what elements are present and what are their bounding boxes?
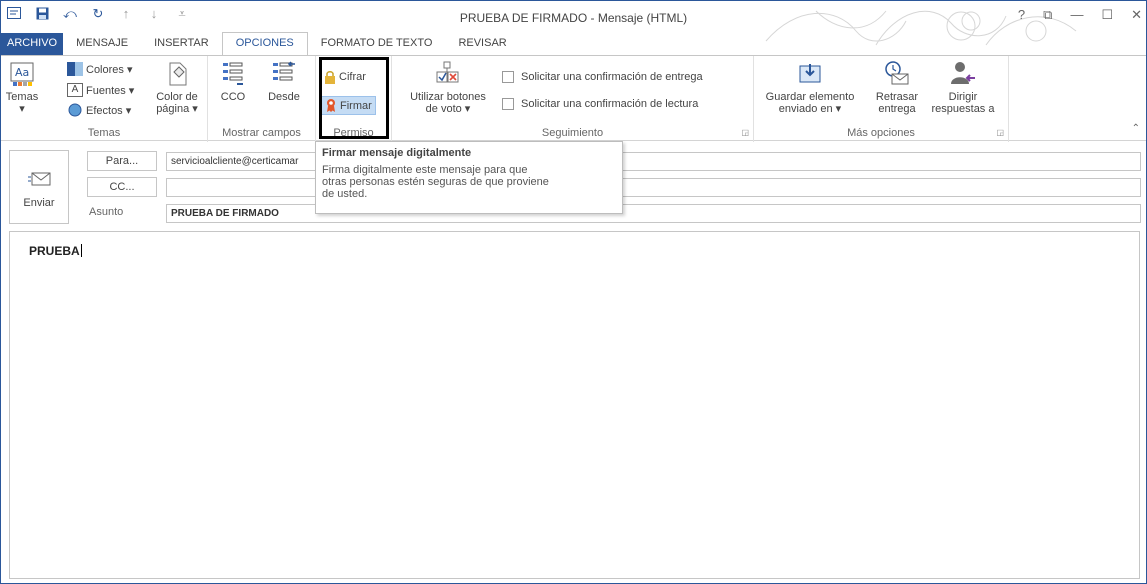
dirigir-label-1: Dirigir: [948, 91, 978, 103]
votar-label-1: Utilizar botones: [410, 91, 486, 103]
effects-icon: [68, 103, 82, 117]
dirigir-label-2: respuestas a: [931, 103, 995, 115]
direct-replies-icon: [951, 62, 975, 84]
colores-label: Colores ▾: [86, 63, 133, 76]
firmar-tooltip: Firmar mensaje digitalmente Firma digita…: [315, 141, 623, 214]
para-button[interactable]: Para...: [87, 151, 157, 171]
cc-button[interactable]: CC...: [87, 177, 157, 197]
tooltip-line-1: Firma digitalmente este mensaje para que: [322, 164, 528, 176]
desde-label: Desde: [268, 91, 300, 103]
minimize-icon[interactable]: —: [1070, 7, 1083, 23]
desde-button[interactable]: Desde: [264, 60, 304, 103]
group-mostrar-campos: CCO Desde Mostrar campos: [208, 56, 316, 142]
guardar-label-2: enviado en ▾: [778, 103, 842, 115]
retrasar-label-2: entrega: [878, 103, 916, 115]
tab-insertar[interactable]: INSERTAR: [141, 33, 222, 55]
colors-icon: [67, 62, 83, 76]
color-pagina-label-1: Color de: [156, 91, 198, 103]
group-seguimiento-label: Seguimiento: [541, 127, 604, 139]
tab-formato-de-texto[interactable]: FORMATO DE TEXTO: [308, 33, 446, 55]
message-text-content: PRUEBA: [29, 244, 80, 258]
temas-label: Temas: [5, 91, 39, 103]
retrasar-entrega-button[interactable]: Retrasar entrega: [870, 60, 924, 115]
group-temas-label: Temas: [87, 127, 121, 139]
voting-icon: [436, 61, 459, 83]
dropdown-arrow-icon: ▾: [19, 103, 25, 115]
window-title: PRUEBA DE FIRMADO - Mensaje (HTML): [459, 11, 688, 25]
guardar-label-1: Guardar elemento: [765, 91, 855, 103]
ribbon: Aa Temas ▾ Colores ▾ A Fuentes ▾ Efectos…: [1, 55, 1146, 142]
to-field[interactable]: servicioalcliente@certicamar: [166, 152, 1141, 171]
tooltip-line-3: de usted.: [322, 188, 368, 200]
fonts-icon: A: [67, 83, 83, 97]
tab-revisar[interactable]: REVISAR: [445, 33, 519, 55]
fuentes-label: Fuentes ▾: [86, 84, 135, 97]
checkbox-entrega[interactable]: [502, 71, 514, 83]
checkbox-lectura[interactable]: [502, 98, 514, 110]
temas-button[interactable]: Aa Temas ▾: [5, 62, 39, 115]
tab-archivo[interactable]: ARCHIVO: [1, 33, 64, 55]
colores-button[interactable]: Colores ▾: [67, 62, 132, 76]
tab-opciones[interactable]: OPCIONES: [221, 32, 308, 55]
tooltip-title: Firmar mensaje digitalmente: [322, 147, 472, 159]
cco-button[interactable]: CCO: [216, 60, 250, 103]
tab-mensaje[interactable]: MENSAJE: [63, 33, 141, 55]
efectos-button[interactable]: Efectos ▾: [67, 103, 131, 117]
color-de-pagina-button[interactable]: Color de página ▾: [149, 60, 205, 115]
maximize-icon[interactable]: ☐: [1101, 7, 1113, 23]
retrasar-label-1: Retrasar: [875, 91, 919, 103]
svg-text:Aa: Aa: [15, 66, 29, 79]
outlook-message-window: ⤺ ↻ ↑ ↓ ⩡ PRUEBA DE FIRMADO - Mensaje (H…: [0, 0, 1147, 584]
close-icon[interactable]: ✕: [1131, 7, 1142, 23]
message-body[interactable]: PRUEBA: [9, 231, 1140, 579]
asunto-label: Asunto: [89, 206, 124, 218]
help-icon[interactable]: ?: [1018, 7, 1025, 23]
group-temas: Aa Temas ▾ Colores ▾ A Fuentes ▾ Efectos…: [1, 56, 208, 142]
color-pagina-label-2: página ▾: [156, 103, 198, 115]
confirmacion-entrega-checkbox[interactable]: Solicitar una confirmación de entrega: [502, 71, 703, 83]
message-text: PRUEBA: [29, 244, 82, 258]
collapse-ribbon-icon[interactable]: ⌃: [1132, 123, 1140, 134]
bcc-icon: [223, 62, 243, 85]
guardar-elemento-enviado-button[interactable]: Guardar elemento enviado en ▾: [762, 60, 858, 115]
themes-icon: Aa: [10, 62, 34, 86]
send-button[interactable]: Enviar: [9, 150, 69, 224]
title-bar: ⤺ ↻ ↑ ↓ ⩡ PRUEBA DE FIRMADO - Mensaje (H…: [1, 1, 1146, 46]
utilizar-botones-de-voto-button[interactable]: Utilizar botones de voto ▾: [400, 60, 496, 115]
page-color-icon: [169, 62, 187, 86]
efectos-label: Efectos ▾: [86, 104, 132, 117]
text-caret: [80, 244, 82, 257]
tooltip-body: Firma digitalmente este mensaje para que…: [322, 164, 616, 200]
ribbon-display-icon[interactable]: ⧉: [1043, 7, 1052, 23]
cc-field[interactable]: [166, 178, 1141, 197]
confirmacion-lectura-label: Solicitar una confirmación de lectura: [521, 98, 699, 110]
tooltip-line-2: otras personas estén seguras de que prov…: [322, 176, 549, 188]
seguimiento-launcher-icon[interactable]: ◲: [741, 128, 749, 137]
confirmacion-lectura-checkbox[interactable]: Solicitar una confirmación de lectura: [502, 98, 698, 110]
delay-delivery-icon: [885, 61, 909, 85]
window-controls: ? ⧉ — ☐ ✕: [1018, 7, 1142, 23]
subject-field[interactable]: PRUEBA DE FIRMADO: [166, 204, 1141, 223]
annotation-highlight-box: [319, 57, 389, 139]
from-icon: [273, 61, 295, 81]
send-label: Enviar: [23, 197, 55, 209]
cco-label: CCO: [220, 91, 246, 103]
group-mas-opciones-label: Más opciones: [847, 127, 915, 139]
confirmacion-entrega-label: Solicitar una confirmación de entrega: [521, 71, 703, 83]
dirigir-respuestas-a-button[interactable]: Dirigir respuestas a: [926, 60, 1000, 115]
group-seguimiento: Utilizar botones de voto ▾ Solicitar una…: [392, 56, 754, 142]
send-icon: [28, 172, 51, 186]
group-mas-opciones: Guardar elemento enviado en ▾ Retrasar e…: [754, 56, 1009, 142]
votar-label-2: de voto ▾: [425, 103, 471, 115]
group-mostrar-campos-label: Mostrar campos: [222, 127, 301, 139]
mas-opciones-launcher-icon[interactable]: ◲: [996, 128, 1004, 137]
save-sent-item-icon: [799, 64, 821, 83]
ribbon-tabs: ARCHIVO MENSAJE INSERTAR OPCIONES FORMAT…: [1, 32, 1146, 55]
fuentes-button[interactable]: A Fuentes ▾: [67, 83, 134, 97]
